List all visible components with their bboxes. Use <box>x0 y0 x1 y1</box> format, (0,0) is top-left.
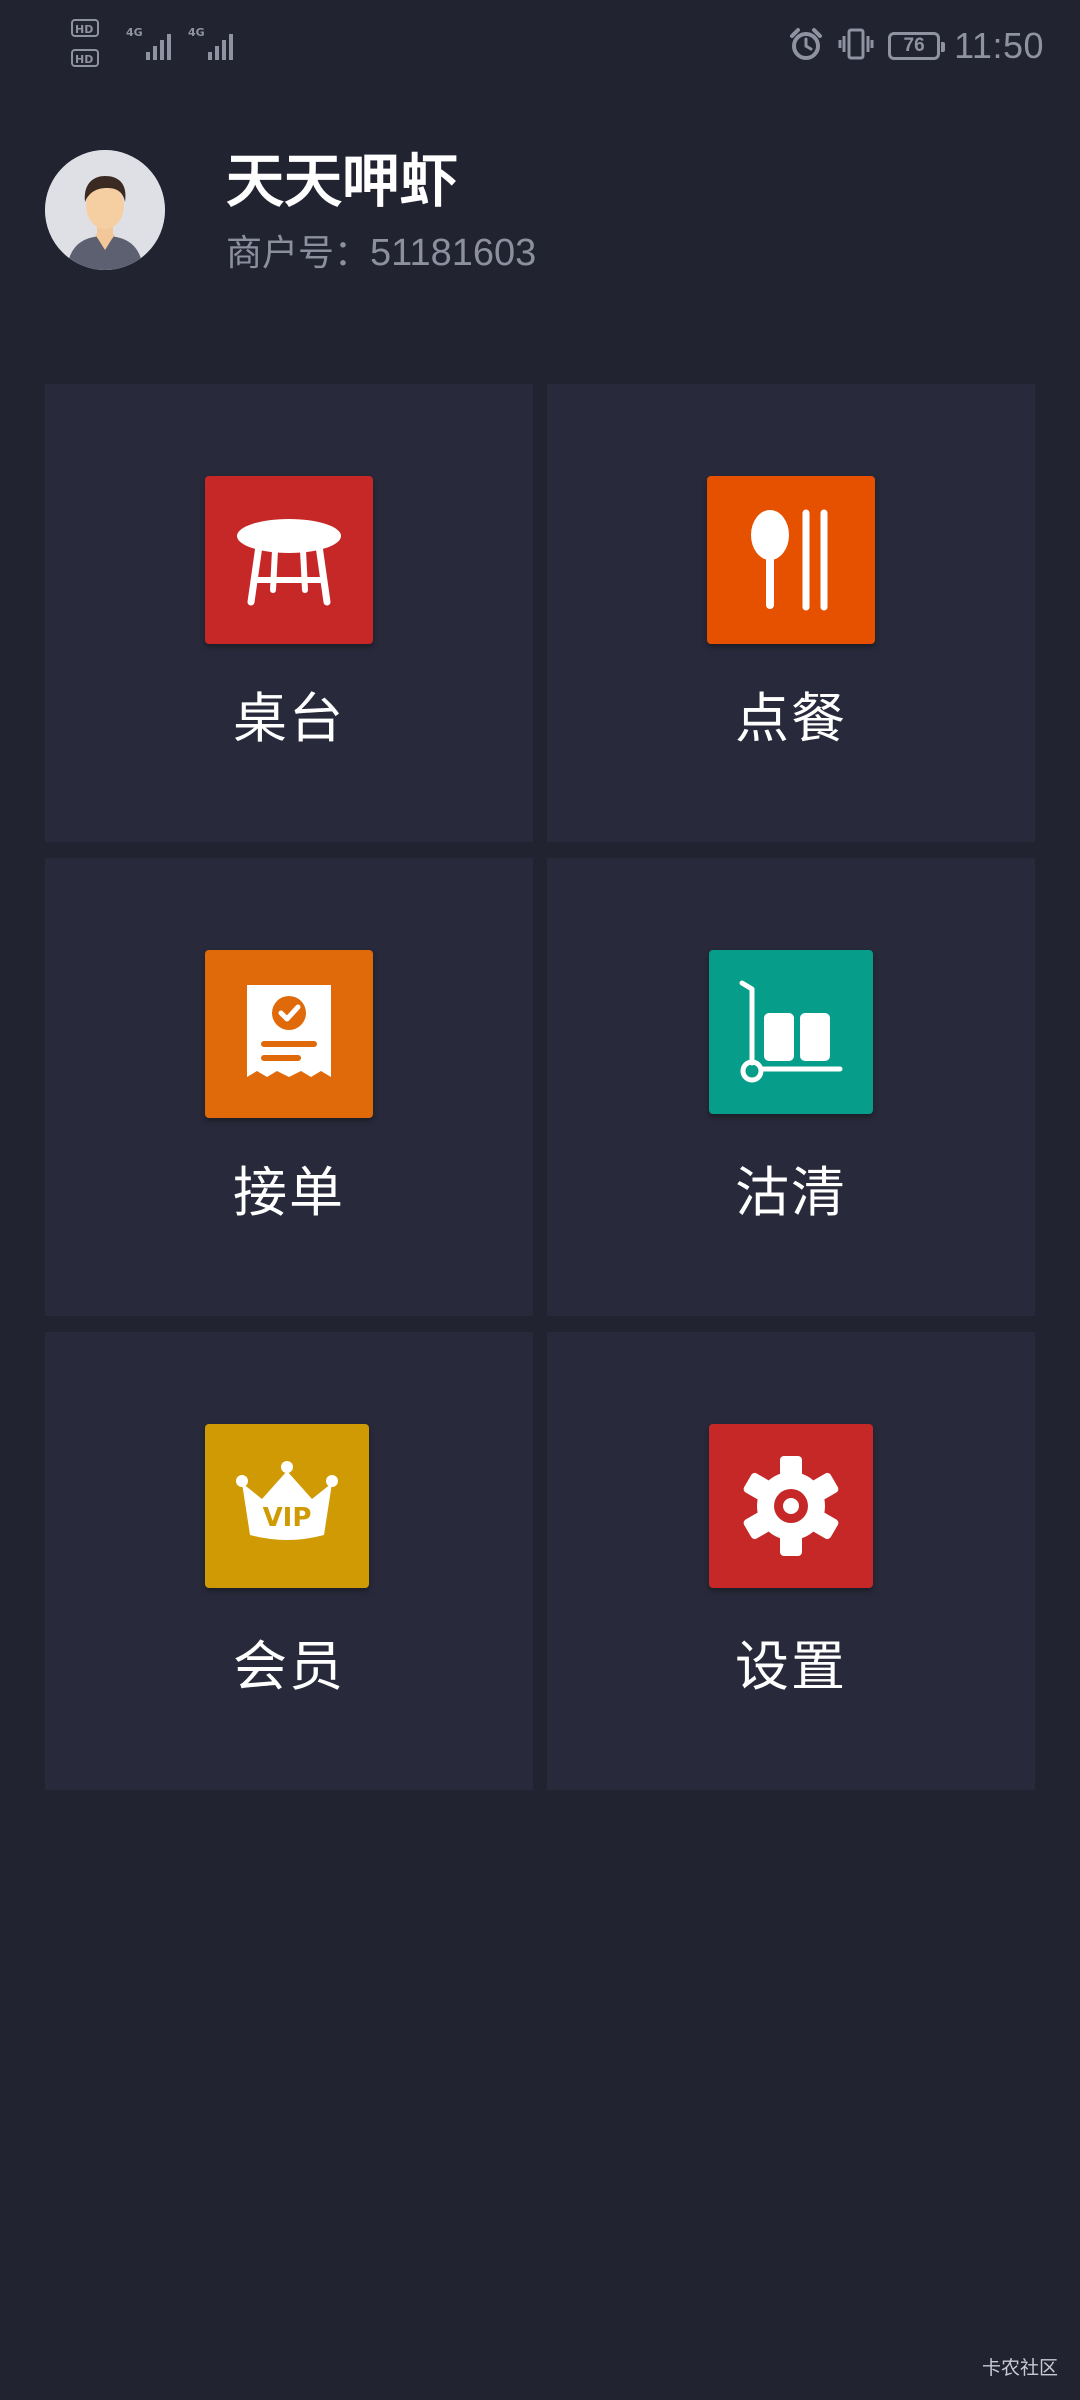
home-screen: HD HD 4G 4G 76 11:50 天天呷虾 商户号： 51181603 … <box>0 0 1080 2400</box>
user-avatar-icon <box>45 150 165 270</box>
tile-order[interactable]: 点餐 <box>547 384 1035 842</box>
alarm-icon <box>788 26 824 66</box>
tile-members[interactable]: VIP 会员 <box>45 1332 533 1790</box>
tile-label: 桌台 <box>233 687 345 750</box>
clock: 11:50 <box>954 25 1044 66</box>
tile-label: 设置 <box>735 1635 847 1698</box>
tile-settings[interactable]: 设置 <box>547 1332 1035 1790</box>
status-right-group: 76 11:50 <box>788 22 1044 70</box>
svg-text:4G: 4G <box>126 26 143 39</box>
function-grid: 桌台 点餐 接单 沽清 VIP 会员 设置 <box>45 384 1037 1790</box>
tile-label: 点餐 <box>735 687 847 750</box>
svg-text:VIP: VIP <box>263 1503 312 1533</box>
gear-icon <box>709 1424 873 1588</box>
hand-truck-icon <box>709 950 873 1114</box>
vibrate-icon <box>838 26 874 66</box>
svg-text:HD: HD <box>75 23 93 36</box>
spoon-chopsticks-icon <box>707 476 875 644</box>
table-icon <box>205 476 373 644</box>
signal-4g-icon: HD HD 4G 4G <box>71 19 233 67</box>
tile-sold-out[interactable]: 沽清 <box>547 858 1035 1316</box>
merchant-header: 天天呷虾 商户号： 51181603 <box>0 92 1080 332</box>
svg-text:HD: HD <box>75 53 93 66</box>
merchant-number: 商户号： 51181603 <box>226 224 536 276</box>
tile-label: 接单 <box>233 1161 345 1224</box>
receipt-check-icon <box>205 950 373 1118</box>
status-bar: HD HD 4G 4G 76 11:50 <box>0 0 1080 92</box>
tile-accept-orders[interactable]: 接单 <box>45 858 533 1316</box>
vip-crown-icon: VIP <box>205 1424 369 1588</box>
network-indicators: HD HD 4G 4G <box>70 18 250 78</box>
tile-label: 会员 <box>233 1635 345 1698</box>
merchant-number-label: 商户号： <box>226 233 371 274</box>
svg-text:4G: 4G <box>188 26 205 39</box>
merchant-number-value: 51181603 <box>370 232 537 274</box>
battery-icon: 76 <box>888 32 946 60</box>
tile-tables[interactable]: 桌台 <box>45 384 533 842</box>
watermark: 卡农社区 <box>981 2357 1058 2379</box>
store-name: 天天呷虾 <box>226 147 459 215</box>
avatar[interactable] <box>45 150 165 270</box>
tile-label: 沽清 <box>735 1161 847 1224</box>
